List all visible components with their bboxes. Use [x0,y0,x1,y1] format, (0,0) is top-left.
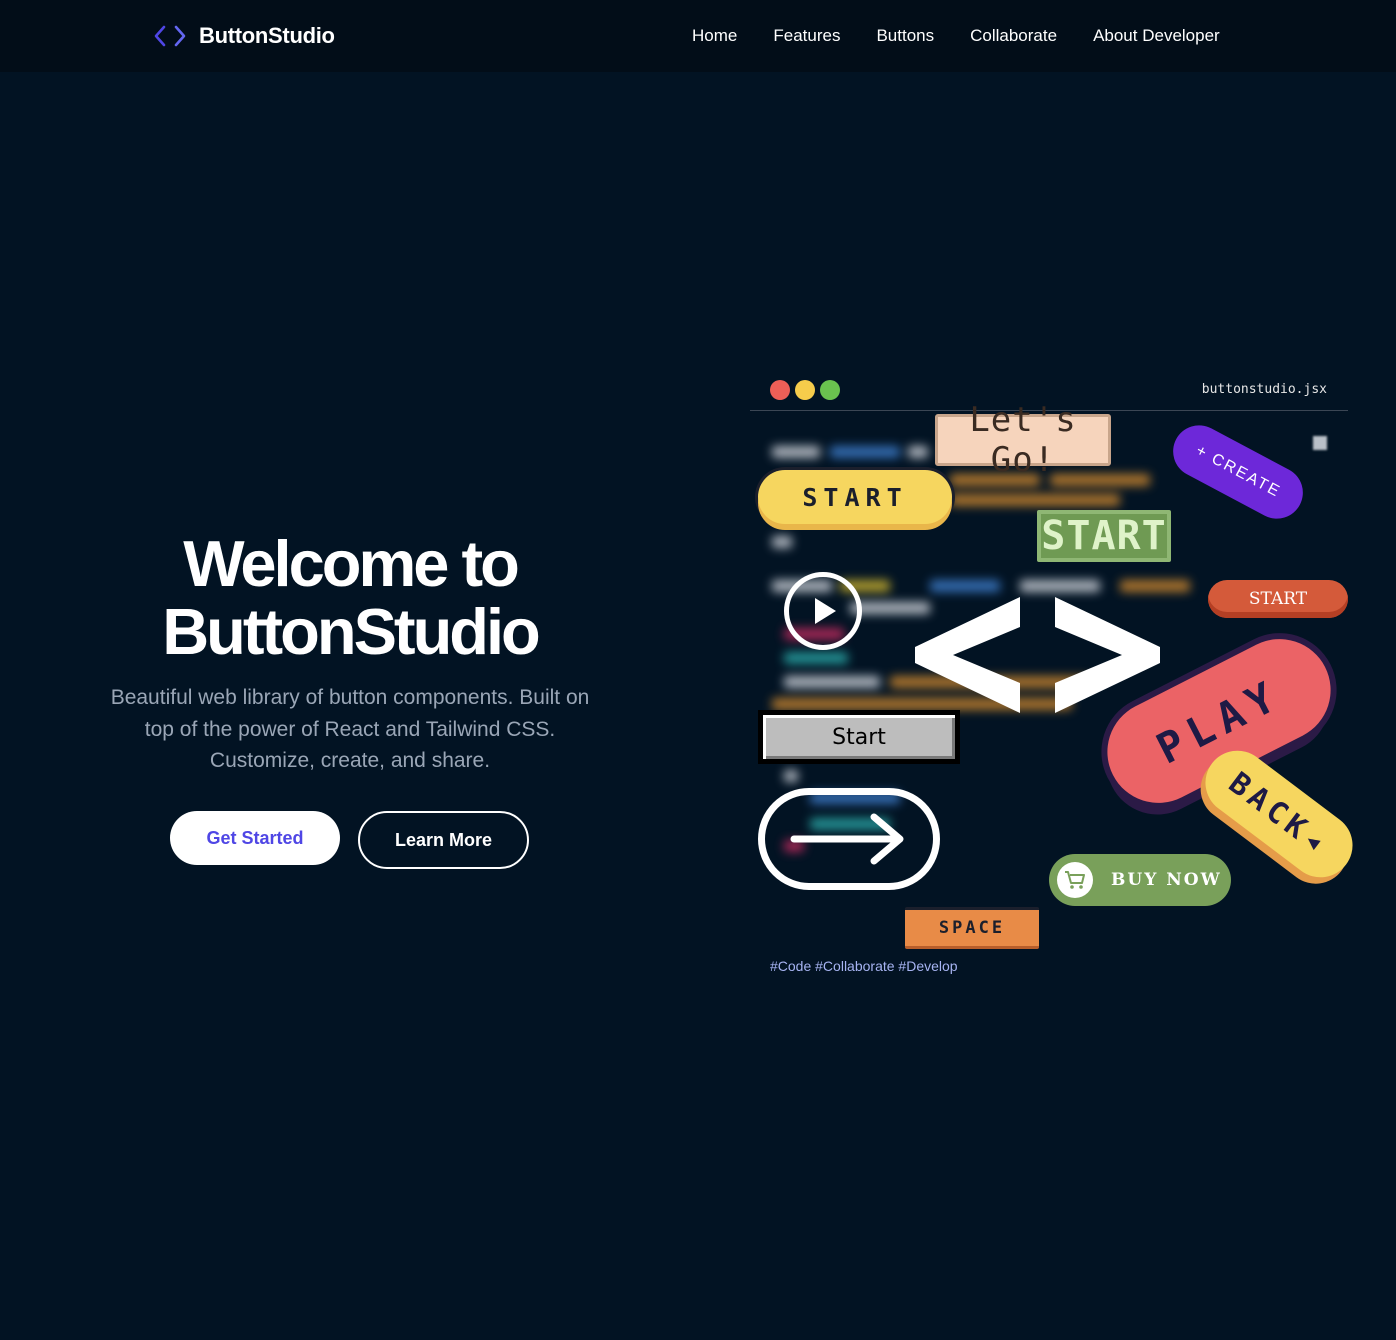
start-pixel-green-button[interactable]: START [1037,510,1171,562]
start-red-button[interactable]: START [1208,580,1348,618]
nav-link-collaborate[interactable]: Collaborate [970,25,1057,47]
file-name-label: buttonstudio.jsx [1201,382,1327,397]
nav-link-home[interactable]: Home [692,25,737,47]
nav-link-about-developer[interactable]: About Developer [1093,25,1220,47]
learn-more-button[interactable]: Learn More [358,811,529,869]
brand-name: ButtonStudio [199,23,335,48]
cart-icon [1057,862,1093,898]
start-yellow-button[interactable]: START [758,470,952,524]
arrow-outline-button[interactable] [758,788,940,890]
window-controls [770,380,840,400]
window-minimize-dot [795,380,815,400]
play-icon [815,598,836,624]
hero-title: Welcome to ButtonStudio [100,530,600,666]
start-retro-grey-button[interactable]: Start [758,710,960,764]
space-button[interactable]: SPACE [905,907,1039,949]
hashtags: #Code #Collaborate #Develop [770,958,958,974]
nav-link-buttons[interactable]: Buttons [876,25,934,47]
window-maximize-dot [820,380,840,400]
blurred-corner-glyph [1313,436,1327,450]
buy-now-button[interactable]: BUY NOW [1049,854,1231,906]
nav-menu: Home Features Buttons Collaborate About … [692,25,1220,47]
lets-go-pixel-button[interactable]: Let's Go! [935,400,1111,480]
button-showcase-window: buttonstudio.jsx Let's Go! START + CREAT… [750,370,1366,990]
brand-logo-link[interactable]: ButtonStudio [153,20,335,52]
arrow-right-icon [790,813,904,865]
code-brackets-icon [154,25,186,47]
code-brackets-icon [915,597,1160,713]
play-circle-button[interactable] [784,572,862,650]
top-navbar: ButtonStudio Home Features Buttons Colla… [0,0,1396,72]
hero-title-line2: ButtonStudio [162,595,541,668]
window-close-dot [770,380,790,400]
nav-link-features[interactable]: Features [773,25,840,47]
hero-subtitle: Beautiful web library of button componen… [110,686,590,772]
buy-now-label: BUY NOW [1111,870,1222,890]
get-started-button[interactable]: Get Started [170,811,340,865]
hero-title-line1: Welcome to [183,527,520,600]
